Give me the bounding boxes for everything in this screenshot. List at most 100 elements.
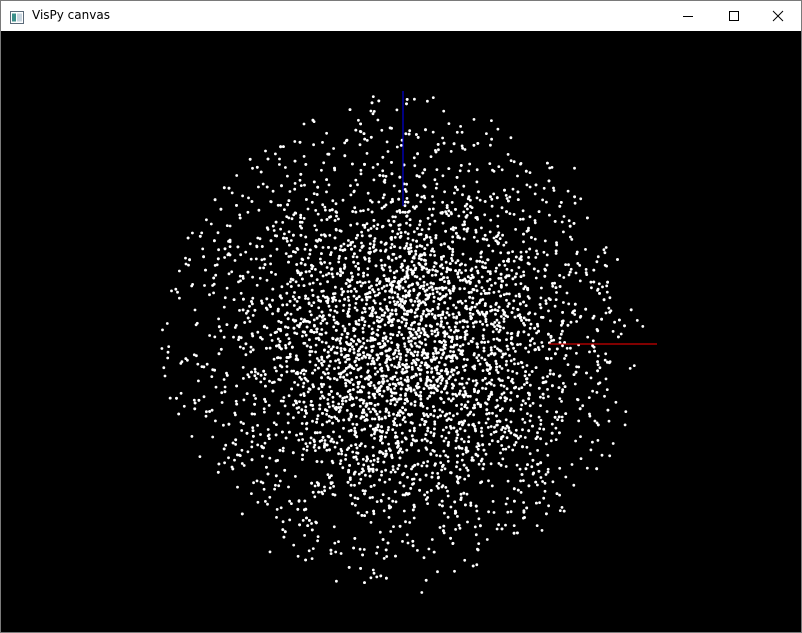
- point-marker: [373, 338, 377, 341]
- point-marker: [422, 556, 426, 560]
- point-marker: [219, 329, 223, 333]
- point-marker: [312, 318, 316, 322]
- point-marker: [483, 292, 487, 295]
- point-marker: [492, 511, 496, 514]
- point-marker: [340, 293, 344, 297]
- point-marker: [247, 196, 250, 200]
- point-marker: [288, 243, 291, 247]
- point-marker: [339, 274, 342, 277]
- point-marker: [415, 133, 418, 136]
- point-marker: [222, 447, 226, 451]
- point-marker: [378, 392, 382, 396]
- point-marker: [311, 371, 314, 375]
- point-marker: [480, 340, 484, 344]
- point-marker: [411, 367, 414, 371]
- minimize-button[interactable]: [665, 1, 711, 31]
- point-marker: [586, 216, 589, 220]
- point-marker: [530, 465, 534, 469]
- point-marker: [512, 409, 516, 413]
- point-marker: [285, 370, 289, 374]
- point-marker: [401, 540, 404, 543]
- point-marker: [497, 523, 500, 527]
- point-marker: [499, 272, 503, 276]
- point-marker: [368, 314, 372, 317]
- point-marker: [557, 415, 561, 419]
- point-marker: [613, 320, 616, 324]
- point-marker: [393, 403, 397, 407]
- point-marker: [344, 458, 347, 461]
- point-marker: [377, 288, 380, 291]
- vispy-canvas[interactable]: [1, 31, 801, 632]
- point-marker: [509, 420, 513, 424]
- point-marker: [290, 217, 294, 221]
- point-marker: [411, 477, 414, 481]
- point-marker: [519, 162, 523, 165]
- point-marker: [504, 427, 507, 430]
- point-marker: [241, 366, 245, 369]
- point-marker: [299, 216, 303, 220]
- point-marker: [317, 359, 321, 363]
- title-bar[interactable]: VisPy canvas: [1, 1, 801, 31]
- point-marker: [466, 197, 470, 201]
- maximize-button[interactable]: [711, 1, 757, 31]
- point-marker: [213, 198, 217, 202]
- point-marker: [476, 309, 479, 313]
- point-marker: [480, 434, 484, 438]
- point-marker: [418, 364, 422, 368]
- point-marker: [488, 372, 491, 375]
- point-marker: [581, 404, 585, 408]
- point-marker: [286, 203, 289, 207]
- point-marker: [363, 137, 367, 141]
- point-marker: [378, 363, 382, 366]
- point-marker: [314, 343, 318, 347]
- point-marker: [519, 217, 522, 221]
- point-marker: [302, 400, 306, 404]
- point-marker: [422, 284, 426, 288]
- point-marker: [385, 284, 389, 287]
- point-marker: [508, 212, 512, 216]
- point-marker: [335, 346, 339, 349]
- point-marker: [589, 448, 593, 452]
- point-marker: [422, 309, 426, 313]
- point-marker: [505, 259, 509, 263]
- point-marker: [485, 132, 488, 135]
- point-marker: [412, 375, 416, 378]
- point-marker: [320, 340, 324, 344]
- point-marker: [214, 419, 217, 423]
- point-marker: [471, 296, 475, 300]
- point-marker: [234, 413, 237, 417]
- point-marker: [348, 284, 352, 288]
- point-marker: [327, 345, 331, 348]
- point-marker: [254, 377, 258, 380]
- point-marker: [386, 428, 390, 432]
- close-button[interactable]: [755, 1, 801, 31]
- point-marker: [455, 356, 458, 359]
- point-marker: [444, 229, 447, 233]
- point-marker: [305, 516, 308, 520]
- point-marker: [418, 488, 421, 492]
- point-marker: [344, 399, 348, 403]
- point-marker: [324, 331, 328, 335]
- point-marker: [407, 132, 411, 136]
- point-marker: [423, 493, 426, 497]
- point-marker: [353, 252, 356, 256]
- point-marker: [405, 388, 409, 392]
- point-marker: [332, 485, 335, 488]
- point-marker: [490, 351, 494, 355]
- point-marker: [261, 182, 265, 186]
- point-marker: [242, 297, 245, 301]
- point-marker: [458, 468, 462, 471]
- point-marker: [406, 200, 410, 204]
- point-marker: [426, 243, 429, 247]
- point-marker: [435, 182, 439, 186]
- point-marker: [420, 418, 424, 421]
- point-marker: [306, 297, 310, 301]
- point-marker: [495, 235, 498, 239]
- point-marker: [574, 271, 578, 275]
- point-marker: [201, 247, 205, 251]
- point-marker: [487, 244, 491, 248]
- point-marker: [426, 370, 429, 374]
- point-marker: [495, 420, 499, 423]
- point-marker: [239, 420, 243, 424]
- point-marker: [319, 382, 323, 386]
